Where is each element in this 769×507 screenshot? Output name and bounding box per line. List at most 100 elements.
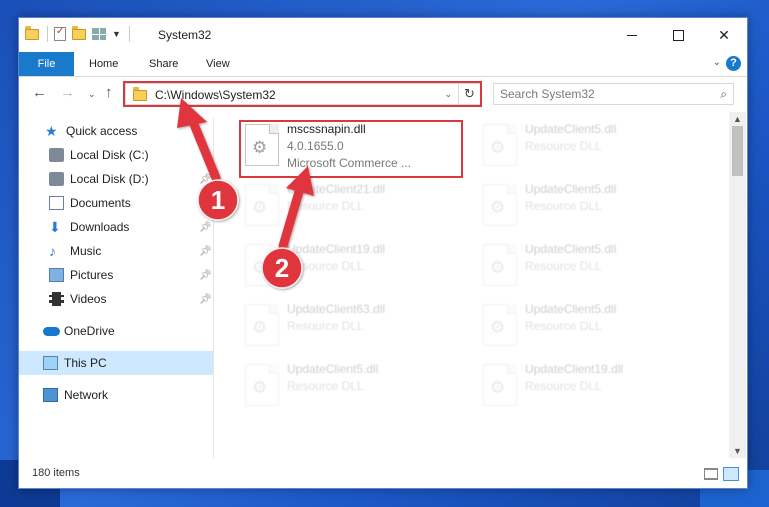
file-tile[interactable]: ⚙ UpdateClient63.dll Resource DLL xyxy=(239,300,469,360)
file-tile[interactable]: ⚙ UpdateClient5.dll Resource DLL xyxy=(239,360,469,420)
dll-file-icon: ⚙ xyxy=(483,124,517,166)
file-name: UpdateClient5.dll xyxy=(525,122,617,136)
customize-toolbar-chevron-icon[interactable]: ▼ xyxy=(112,29,121,39)
tab-file[interactable]: File xyxy=(19,52,74,76)
gear-icon: ⚙ xyxy=(252,318,268,337)
quick-access-toolbar: ▼ xyxy=(25,25,130,42)
forward-arrow-icon[interactable]: → xyxy=(60,84,75,101)
documents-icon xyxy=(49,196,64,210)
dll-file-icon: ⚙ xyxy=(483,244,517,286)
recent-locations-chevron-icon[interactable]: ⌄ xyxy=(88,89,96,100)
sidebar-item-label: Local Disk (D:) xyxy=(70,172,149,186)
file-tile[interactable]: ⚙ UpdateClient5.dll Resource DLL xyxy=(477,300,707,360)
pin-icon[interactable]: 📌︎ xyxy=(199,294,212,305)
new-folder-icon[interactable] xyxy=(72,25,86,40)
sidebar-item-label: Videos xyxy=(70,292,107,306)
drive-icon xyxy=(49,172,64,186)
maximize-button[interactable] xyxy=(655,18,701,52)
sidebar-item-label: Documents xyxy=(70,196,131,210)
up-arrow-icon[interactable]: ↑ xyxy=(105,84,113,101)
drive-icon xyxy=(49,148,64,162)
videos-icon xyxy=(49,292,64,306)
file-type: Resource DLL xyxy=(525,259,602,273)
gear-icon: ⚙ xyxy=(490,318,506,337)
tab-share[interactable]: Share xyxy=(149,52,178,76)
file-type: Resource DLL xyxy=(525,319,602,333)
gear-icon: ⚙ xyxy=(252,198,268,217)
scroll-down-icon[interactable]: ▼ xyxy=(733,446,742,456)
navigation-bar: ← → ⌄ ↑ C:\Windows\System32 ⌄ ↻ ⌕ xyxy=(19,78,747,110)
vertical-scrollbar[interactable]: ▲ ▼ xyxy=(729,112,746,458)
file-name: UpdateClient5.dll xyxy=(525,242,617,256)
gear-icon: ⚙ xyxy=(490,258,506,277)
scroll-up-icon[interactable]: ▲ xyxy=(733,114,742,124)
sidebar-item-label: Local Disk (C:) xyxy=(70,148,149,162)
dll-file-icon: ⚙ xyxy=(245,184,279,226)
tab-home[interactable]: Home xyxy=(89,52,118,76)
file-name: UpdateClient19.dll xyxy=(525,362,624,376)
file-name: UpdateClient5.dll xyxy=(287,362,379,376)
file-name: UpdateClient21.dll xyxy=(287,182,386,196)
close-button[interactable]: ✕ xyxy=(701,18,747,52)
dll-file-icon: ⚙ xyxy=(245,304,279,346)
details-view-icon[interactable] xyxy=(704,468,718,480)
file-highlight-box xyxy=(239,120,463,178)
file-tile[interactable]: ⚙ UpdateClient5.dll Resource DLL xyxy=(477,120,707,180)
window-controls: ✕ xyxy=(609,18,747,52)
properties-icon[interactable] xyxy=(54,26,66,41)
downloads-icon: ⬇ xyxy=(49,219,61,235)
address-highlight-box xyxy=(123,81,482,107)
sidebar-item-label: This PC xyxy=(64,356,107,370)
pin-icon[interactable]: 📌︎ xyxy=(199,270,212,281)
ribbon-tabs: File Home Share View ⌄ ? xyxy=(19,52,747,77)
dll-file-icon: ⚙ xyxy=(483,184,517,226)
gear-icon: ⚙ xyxy=(490,138,506,157)
view-layout-icon[interactable] xyxy=(92,28,106,40)
scrollbar-thumb[interactable] xyxy=(732,126,743,176)
search-box[interactable]: ⌕ xyxy=(493,83,734,105)
window-title: System32 xyxy=(158,28,212,42)
dll-file-icon: ⚙ xyxy=(483,304,517,346)
sidebar-item-label: Network xyxy=(64,388,109,402)
gear-icon: ⚙ xyxy=(252,378,268,397)
gear-icon: ⚙ xyxy=(490,198,506,217)
close-icon: ✕ xyxy=(718,26,730,43)
file-explorer-window: ▼ System32 ✕ File Home Share View ⌄ ? ← … xyxy=(18,17,748,489)
gear-icon: ⚙ xyxy=(252,258,268,277)
dll-file-icon: ⚙ xyxy=(483,364,517,406)
item-count: 180 items xyxy=(32,467,80,479)
file-type: Resource DLL xyxy=(525,199,602,213)
network-icon xyxy=(43,388,58,402)
pin-icon[interactable]: 📌︎ xyxy=(199,222,212,233)
file-tile[interactable]: ⚙ UpdateClient5.dll Resource DLL xyxy=(477,180,707,240)
pin-icon[interactable]: 📌︎ xyxy=(199,246,212,257)
file-type: Resource DLL xyxy=(525,379,602,393)
back-arrow-icon[interactable]: ← xyxy=(32,84,47,101)
folder-icon[interactable] xyxy=(25,25,39,40)
file-tile[interactable]: ⚙ UpdateClient19.dll Resource DLL xyxy=(239,240,469,300)
file-tile[interactable]: ⚙ UpdateClient21.dll Resource DLL xyxy=(239,180,469,240)
status-bar: 180 items xyxy=(19,460,747,488)
sidebar-item-label: Pictures xyxy=(70,268,114,282)
tiles-view-icon[interactable] xyxy=(723,467,739,481)
help-icon[interactable]: ? xyxy=(726,56,741,71)
search-input[interactable] xyxy=(500,87,700,101)
search-icon[interactable]: ⌕ xyxy=(720,87,727,102)
cloud-icon xyxy=(43,327,60,336)
pin-icon[interactable]: 📌︎ xyxy=(199,198,212,209)
sidebar-item-label: Downloads xyxy=(70,220,130,234)
dll-file-icon: ⚙ xyxy=(245,244,279,286)
toolbar-divider xyxy=(47,26,48,42)
pin-icon[interactable]: 📌︎ xyxy=(199,174,212,185)
tab-view[interactable]: View xyxy=(206,52,230,76)
dll-file-icon: ⚙ xyxy=(245,364,279,406)
expand-ribbon-chevron-icon[interactable]: ⌄ xyxy=(713,57,721,68)
pictures-icon xyxy=(49,268,64,282)
file-tile[interactable]: ⚙ UpdateClient19.dll Resource DLL xyxy=(477,360,707,420)
file-name: UpdateClient5.dll xyxy=(525,182,617,196)
file-type: Resource DLL xyxy=(287,319,364,333)
file-tile[interactable]: ⚙ UpdateClient5.dll Resource DLL xyxy=(477,240,707,300)
file-type: Resource DLL xyxy=(287,379,364,393)
navigation-pane: ★ Quick access Local Disk (C:) Local Dis… xyxy=(19,118,214,458)
minimize-button[interactable] xyxy=(609,18,655,52)
